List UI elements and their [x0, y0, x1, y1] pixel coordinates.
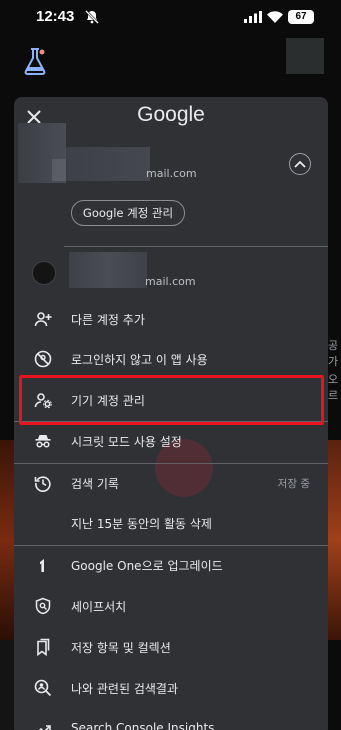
chevron-up-icon: [294, 160, 306, 168]
saved-collections-item[interactable]: 저장 항목 및 컬렉션: [14, 632, 328, 662]
menu-item-label: 시크릿 모드 사용 설정: [71, 435, 182, 449]
background-text: 오르: [328, 373, 339, 402]
history-status: 저장 중: [277, 478, 310, 490]
background-text: 공가: [328, 339, 339, 368]
labs-flask-icon: [24, 48, 46, 75]
battery-indicator: 67: [288, 10, 314, 24]
background-profile-avatar[interactable]: [286, 38, 324, 74]
safesearch-icon: [35, 597, 51, 615]
account-email: mail.com: [145, 275, 196, 288]
account-email: mail.com: [146, 167, 197, 180]
menu-item-label: 로그인하지 않고 이 앱 사용: [71, 353, 208, 367]
saved-collections-icon: [37, 638, 50, 656]
menu-item-label: 나와 관련된 검색결과: [71, 682, 178, 696]
blurred-name: [66, 147, 150, 181]
background-photo: [328, 440, 341, 640]
person-add-icon: [34, 312, 52, 327]
search-console-insights-item[interactable]: Search Console Insights: [14, 714, 328, 730]
menu-item-label: Google One으로 업그레이드: [71, 559, 223, 573]
highlight-box: [19, 375, 324, 425]
menu-item-label: 다른 계정 추가: [71, 313, 145, 327]
blurred-name: [69, 252, 147, 288]
account-avatar[interactable]: [32, 261, 56, 285]
background-photo: [0, 440, 14, 640]
no-account-icon: [34, 350, 52, 368]
manage-google-account-button[interactable]: Google 계정 관리: [71, 200, 185, 226]
history-icon: [34, 476, 51, 492]
delete-last-15min-item[interactable]: 지난 15분 동안의 활동 삭제: [14, 508, 328, 538]
blurred-name: [52, 159, 66, 181]
incognito-mode-item[interactable]: 시크릿 모드 사용 설정: [14, 426, 328, 456]
results-about-you-item[interactable]: 나와 관련된 검색결과: [14, 673, 328, 703]
cell-signal-icon: [244, 11, 262, 23]
menu-item-label: 지난 15분 동안의 활동 삭제: [71, 517, 212, 531]
divider: [64, 246, 328, 247]
incognito-icon: [35, 435, 51, 448]
use-without-account-item[interactable]: 로그인하지 않고 이 앱 사용: [14, 344, 328, 374]
status-time: 12:43: [36, 8, 75, 25]
background-panel: [0, 640, 14, 730]
results-about-you-icon: [34, 679, 52, 697]
mute-bell-icon: [85, 10, 99, 24]
collapse-accounts-button[interactable]: [289, 153, 311, 175]
trend-icon: [38, 725, 51, 730]
status-bar: 12:43 67: [0, 0, 341, 34]
google-one-upgrade-item[interactable]: Google One으로 업그레이드: [14, 550, 328, 580]
google-one-icon: [40, 559, 44, 572]
menu-item-label: 저장 항목 및 컬렉션: [71, 641, 171, 655]
search-history-item[interactable]: 검색 기록 저장 중: [14, 468, 328, 498]
wifi-icon: [267, 11, 283, 23]
menu-item-label: 세이프서치: [71, 600, 127, 614]
divider: [14, 463, 328, 464]
menu-item-label: Search Console Insights: [71, 721, 215, 730]
divider: [14, 545, 328, 546]
menu-item-label: 검색 기록: [71, 477, 119, 491]
add-account-item[interactable]: 다른 계정 추가: [14, 304, 328, 334]
safesearch-item[interactable]: 세이프서치: [14, 591, 328, 621]
